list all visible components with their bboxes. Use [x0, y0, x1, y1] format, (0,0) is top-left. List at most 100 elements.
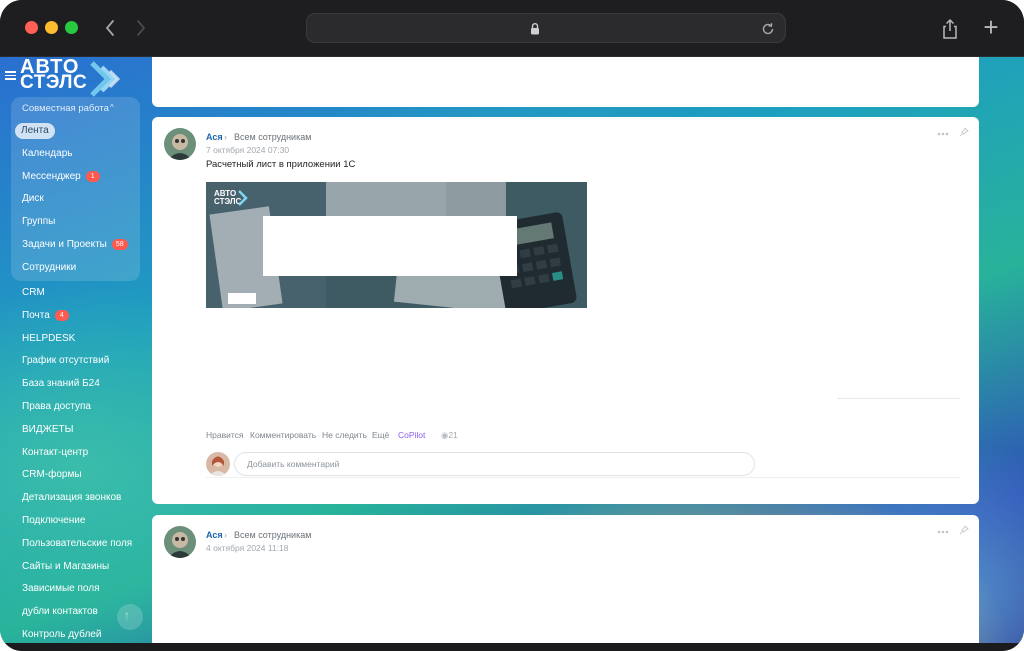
- like-button[interactable]: Нравится: [206, 430, 244, 440]
- sidebar-item-9[interactable]: Детализация звонков: [22, 492, 121, 504]
- logo-arrow-icon: [90, 61, 121, 97]
- sidebar-group-item-4[interactable]: Группы: [22, 216, 55, 228]
- sidebar-item-label: Группы: [22, 216, 56, 228]
- author-avatar[interactable]: [164, 526, 196, 558]
- address-bar[interactable]: [306, 13, 786, 43]
- chevron-right-icon: [137, 20, 146, 36]
- sidebar-item-label: дубли контактов: [22, 606, 98, 618]
- unfollow-button[interactable]: Не следить: [322, 430, 367, 440]
- counter-badge: 4: [54, 309, 69, 321]
- post-date[interactable]: 7 октября 2024 07:30: [206, 145, 289, 155]
- sidebar-item-label: Контроль дублей: [22, 629, 102, 640]
- sidebar-item-11[interactable]: Пользовательские поля: [22, 538, 132, 550]
- feed-post: Ася › Всем сотрудникам 7 октября 2024 07…: [152, 117, 979, 504]
- sidebar-item-label: Сотрудники: [22, 261, 77, 273]
- redacted-block: [263, 216, 517, 276]
- scroll-up-button[interactable]: ↑: [117, 604, 143, 630]
- previous-post-card: [152, 57, 979, 107]
- sidebar-item-6[interactable]: ВИДЖЕТЫ: [22, 424, 74, 436]
- views-count: 21: [448, 430, 458, 440]
- more-icon[interactable]: [937, 530, 949, 534]
- sidebar-item-label: Зависимые поля: [22, 583, 100, 595]
- sidebar-item-7[interactable]: Контакт-центр: [22, 447, 88, 459]
- logo-line2: СТЭЛС: [20, 72, 88, 93]
- views-counter: ◉21: [441, 430, 458, 441]
- sidebar-item-label: Детализация звонков: [22, 492, 122, 504]
- next-feed-post: Ася › Всем сотрудникам 4 октября 2024 11…: [152, 515, 979, 643]
- pin-icon[interactable]: [959, 127, 969, 137]
- chevron-left-icon: [105, 20, 114, 36]
- counter-badge: 58: [111, 239, 128, 250]
- post-author[interactable]: Ася: [206, 132, 223, 142]
- sidebar-item-10[interactable]: Подключение: [22, 515, 85, 527]
- group-title[interactable]: Совместная работа: [22, 103, 109, 114]
- comment-input[interactable]: Добавить комментарий: [234, 452, 755, 476]
- sidebar-item-12[interactable]: Сайты и Магазины: [22, 561, 109, 573]
- sidebar-item-0[interactable]: CRM: [22, 287, 45, 299]
- avatar-image: [164, 128, 196, 160]
- post-text: Расчетный лист в приложении 1С: [206, 159, 356, 170]
- sidebar-group-item-5[interactable]: Задачи и Проекты 58: [22, 239, 128, 251]
- sidebar-item-13[interactable]: Зависимые поля: [22, 583, 100, 595]
- arrow-right-icon: ›: [224, 132, 227, 142]
- sidebar-item-15[interactable]: Контроль дублей: [22, 629, 101, 641]
- sidebar-group-item-3[interactable]: Диск: [22, 193, 44, 205]
- comment-button[interactable]: Комментировать: [250, 430, 316, 440]
- sidebar-item-label: Сайты и Магазины: [22, 560, 110, 572]
- chevron-up-icon[interactable]: ^: [110, 103, 114, 112]
- sidebar-item-label: Почта: [22, 309, 50, 321]
- sidebar-group-item-1[interactable]: Календарь: [22, 148, 72, 160]
- counter-badge: 1: [85, 170, 100, 182]
- sidebar-item-label: Диск: [22, 193, 44, 205]
- sidebar-item-2[interactable]: HELPDESK: [22, 333, 75, 345]
- divider: [206, 477, 960, 478]
- post-destination[interactable]: Всем сотрудникам: [234, 132, 311, 142]
- page-viewport: АВТО СТЭЛС Совместная работа ^ Лента Кале…: [0, 57, 1024, 643]
- sidebar-item-label: Календарь: [22, 147, 73, 159]
- sidebar-item-5[interactable]: Права доступа: [22, 401, 91, 413]
- sidebar-group-item-6[interactable]: Сотрудники: [22, 262, 76, 274]
- post-author[interactable]: Ася: [206, 530, 223, 540]
- post-date[interactable]: 4 октября 2024 11:18: [206, 543, 289, 553]
- redacted-block-small: [228, 293, 256, 304]
- zoom-window-button[interactable]: [65, 21, 78, 34]
- share-icon[interactable]: [940, 18, 960, 40]
- sidebar-item-label: Задачи и Проекты: [22, 239, 107, 250]
- sidebar-item-label: Права доступа: [22, 401, 91, 412]
- sidebar-item-label: Лента: [21, 125, 49, 136]
- sidebar-item-8[interactable]: CRM-формы: [22, 469, 82, 481]
- sidebar-group-item-0[interactable]: Лента: [15, 123, 55, 139]
- copilot-button[interactable]: CoPilot: [398, 430, 425, 440]
- sidebar-item-label: CRM: [22, 287, 45, 298]
- author-avatar[interactable]: [164, 128, 196, 160]
- arrow-up-icon: ↑: [124, 608, 130, 622]
- new-tab-button[interactable]: +: [980, 14, 1002, 41]
- sidebar-item-label: База знаний Б24: [22, 378, 100, 390]
- sidebar-item-4[interactable]: База знаний Б24: [22, 378, 100, 390]
- post-destination[interactable]: Всем сотрудникам: [234, 530, 311, 540]
- sidebar-item-label: Контакт-центр: [22, 446, 89, 458]
- sidebar-item-label: Подключение: [22, 515, 86, 526]
- sidebar-item-label: Мессенджер: [22, 170, 81, 182]
- sidebar-item-3[interactable]: График отсутствий: [22, 355, 109, 367]
- minimize-window-button[interactable]: [45, 21, 58, 34]
- post-image[interactable]: АВТО СТЭЛС: [206, 182, 587, 308]
- sidebar-group-item-2[interactable]: Мессенджер 1: [22, 170, 100, 183]
- back-button[interactable]: [97, 14, 123, 42]
- company-logo[interactable]: АВТО СТЭЛС: [20, 57, 125, 99]
- sidebar-item-label: CRM-формы: [22, 469, 82, 481]
- sidebar-item-14[interactable]: дубли контактов: [22, 606, 98, 618]
- more-icon[interactable]: [937, 132, 949, 136]
- menu-icon[interactable]: [5, 71, 16, 80]
- arrow-right-icon: ›: [224, 530, 227, 540]
- sidebar-item-label: HELPDESK: [22, 332, 76, 344]
- more-button[interactable]: Ещё: [372, 430, 389, 440]
- browser-window: + АВТО СТЭЛС Совместная работа ^ Лента Ка…: [0, 0, 1024, 651]
- reload-icon[interactable]: [759, 20, 777, 38]
- window-bottom-edge: [0, 643, 1024, 651]
- pin-icon[interactable]: [959, 525, 969, 535]
- forward-button[interactable]: [128, 14, 154, 42]
- current-user-avatar: [206, 452, 230, 476]
- sidebar-item-1[interactable]: Почта 4: [22, 309, 69, 322]
- close-window-button[interactable]: [25, 21, 38, 34]
